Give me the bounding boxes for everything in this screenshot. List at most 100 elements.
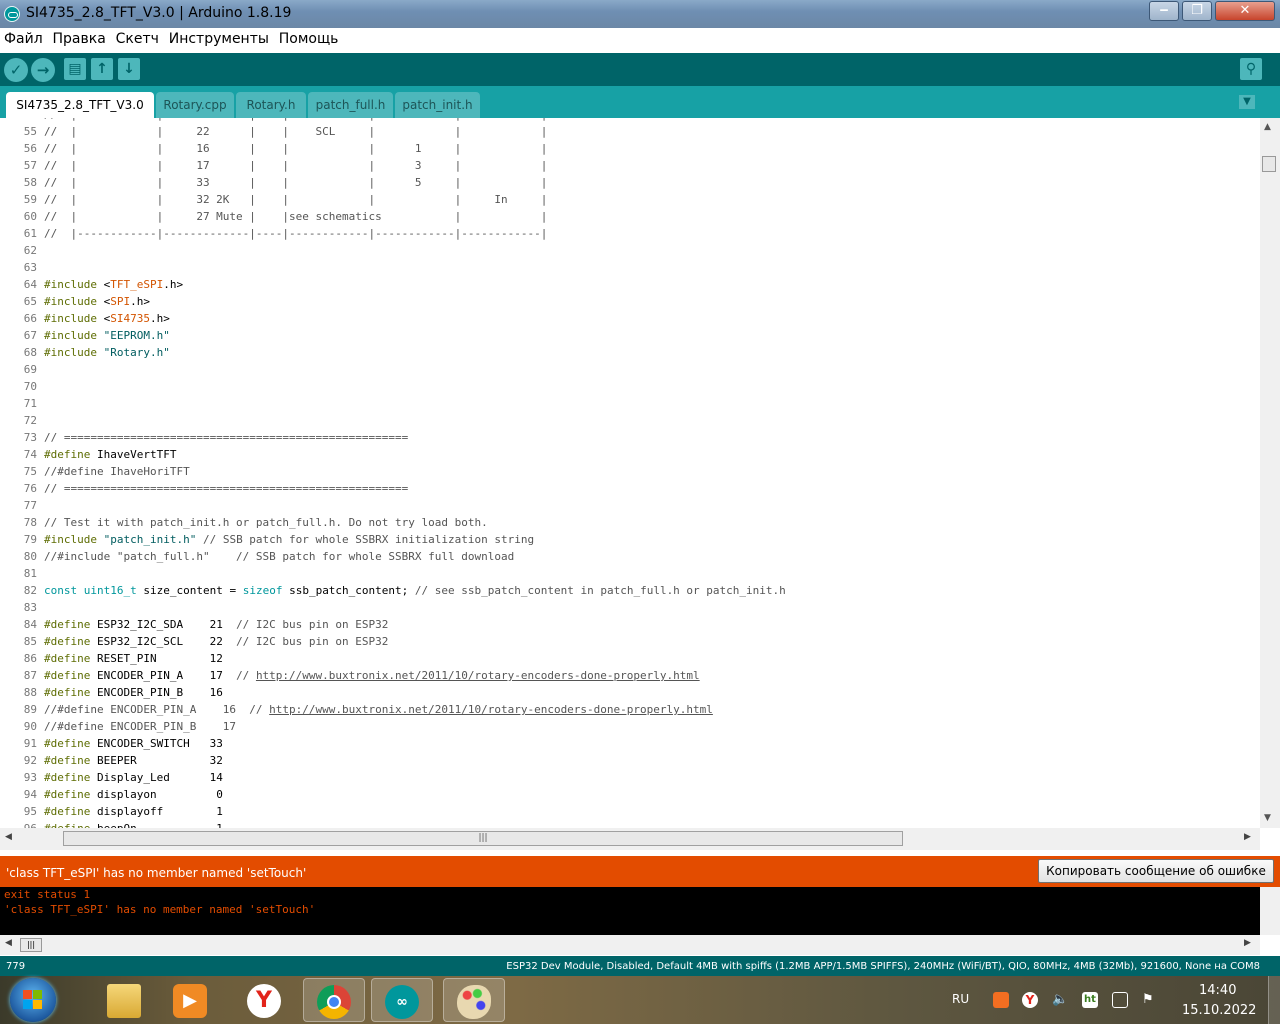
console-horizontal-scrollbar[interactable]: ◀ ||| ▶ (0, 935, 1260, 955)
code-line[interactable]: 93 #define Display_Led 14 (0, 769, 786, 786)
code-text: // =====================================… (44, 482, 409, 495)
code-line[interactable]: 92 #define BEEPER 32 (0, 752, 786, 769)
tray-ht-icon[interactable]: ht (1082, 992, 1098, 1008)
code-line[interactable]: 88 #define ENCODER_PIN_B 16 (0, 684, 786, 701)
code-line[interactable]: 63 (0, 259, 786, 276)
code-line[interactable]: 74 #define IhaveVertTFT (0, 446, 786, 463)
console-vertical-scrollbar[interactable] (1260, 887, 1280, 935)
clock-date[interactable]: 15.10.2022 (1182, 1003, 1256, 1018)
code-line[interactable]: 83 (0, 599, 786, 616)
code-line[interactable]: 78 // Test it with patch_init.h or patch_… (0, 514, 786, 531)
copy-error-button[interactable]: Копировать сообщение об ошибке (1038, 859, 1274, 883)
code-line[interactable]: 61 // |------------|-------------|----|--… (0, 225, 786, 242)
menu-tools[interactable]: Инструменты (165, 28, 271, 47)
code-line[interactable]: 79 #include "patch_init.h" // SSB patch f… (0, 531, 786, 548)
code-line[interactable]: 64 #include <TFT_eSPI.h> (0, 276, 786, 293)
taskbar-media-player[interactable]: ▶ (160, 978, 222, 1022)
code-line[interactable]: 65 #include <SPI.h> (0, 293, 786, 310)
code-line[interactable]: 71 (0, 395, 786, 412)
code-line[interactable]: 76 // ===================================… (0, 480, 786, 497)
code-line[interactable]: 86 #define RESET_PIN 12 (0, 650, 786, 667)
save-icon[interactable]: ↓ (118, 58, 140, 80)
code-line[interactable]: 89 //#define ENCODER_PIN_A 16 // http://w… (0, 701, 786, 718)
tray-volume-icon[interactable]: 🔈 (1052, 992, 1068, 1008)
new-icon[interactable]: ▤ (64, 58, 86, 80)
scroll-left-arrow-icon[interactable]: ◀ (5, 832, 12, 842)
code-line[interactable]: 68 #include "Rotary.h" (0, 344, 786, 361)
code-line[interactable]: 77 (0, 497, 786, 514)
taskbar-paint[interactable] (443, 978, 505, 1022)
code-line[interactable]: 57 // | | 17 | | | 3 | | (0, 157, 786, 174)
taskbar-file-explorer[interactable] (94, 978, 156, 1022)
scroll-down-arrow-icon[interactable]: ▼ (1264, 813, 1271, 823)
code-line[interactable]: 87 #define ENCODER_PIN_A 17 // http://www… (0, 667, 786, 684)
verify-icon[interactable]: ✓ (4, 58, 28, 82)
tab-patch-init[interactable]: patch_init.h (395, 92, 480, 118)
menu-sketch[interactable]: Скетч (112, 28, 161, 47)
code-line[interactable]: 91 #define ENCODER_SWITCH 33 (0, 735, 786, 752)
code-line[interactable]: 69 (0, 361, 786, 378)
code-line[interactable]: 58 // | | 33 | | | 5 | | (0, 174, 786, 191)
scroll-left-arrow-icon[interactable]: ◀ (5, 938, 12, 948)
taskbar-arduino[interactable]: ∞ (371, 978, 433, 1022)
open-icon[interactable]: ↑ (91, 58, 113, 80)
editor-horizontal-scrollbar[interactable]: ◀ ||| ▶ (0, 828, 1260, 850)
code-line[interactable]: 70 (0, 378, 786, 395)
scroll-right-arrow-icon[interactable]: ▶ (1244, 832, 1251, 842)
code-text: //#include "patch_full.h" // SSB patch f… (44, 550, 515, 563)
start-button[interactable] (10, 978, 56, 1022)
taskbar-yandex-browser[interactable]: Y (234, 978, 296, 1022)
minimize-button[interactable]: ‒ (1149, 1, 1179, 21)
tab-patch-full[interactable]: patch_full.h (308, 92, 393, 118)
code-line[interactable]: 95 #define displayoff 1 (0, 803, 786, 820)
code-line[interactable]: 80 //#include "patch_full.h" // SSB patch… (0, 548, 786, 565)
maximize-button[interactable]: ❐ (1182, 1, 1212, 21)
taskbar-chrome[interactable] (303, 978, 365, 1022)
tray-java-icon[interactable] (993, 992, 1009, 1008)
code-editor[interactable]: 54// | | 21 | | SDA | | |55// | | 22 | |… (0, 118, 1260, 828)
code-line[interactable]: 72 (0, 412, 786, 429)
editor-vertical-scroll-thumb[interactable] (1262, 156, 1276, 172)
code-line[interactable]: 56 // | | 16 | | | 1 | | (0, 140, 786, 157)
tray-action-center-flag-icon[interactable]: ⚑ (1142, 992, 1158, 1008)
upload-icon[interactable]: → (31, 58, 55, 82)
scroll-up-arrow-icon[interactable]: ▲ (1264, 122, 1271, 132)
console-horizontal-scroll-thumb[interactable]: ||| (20, 938, 42, 952)
code-line[interactable]: 66 #include <SI4735.h> (0, 310, 786, 327)
code-line[interactable]: 60 // | | 27 Mute | |see schematics | | (0, 208, 786, 225)
tab-menu-chevron-down-icon[interactable]: ▼ (1239, 95, 1255, 109)
close-button[interactable]: ✕ (1215, 1, 1275, 21)
code-line[interactable]: 85 #define ESP32_I2C_SCL 22 // I2C bus pi… (0, 633, 786, 650)
code-line[interactable]: 75 //#define IhaveHoriTFT (0, 463, 786, 480)
scroll-right-arrow-icon[interactable]: ▶ (1244, 938, 1251, 948)
code-text: #define ENCODER_PIN_A 17 // http://www.b… (44, 669, 700, 682)
line-number-gutter: 83 (23, 601, 37, 614)
tray-language[interactable]: RU (952, 992, 969, 1006)
menu-edit[interactable]: Правка (49, 28, 108, 47)
code-line[interactable]: 94 #define displayon 0 (0, 786, 786, 803)
tab-main-sketch[interactable]: SI4735_2.8_TFT_V3.0 (6, 92, 154, 118)
console-output[interactable]: exit status 1 'class TFT_eSPI' has no me… (0, 887, 1260, 935)
clock-time[interactable]: 14:40 (1199, 983, 1236, 998)
tray-network-icon[interactable] (1112, 992, 1128, 1008)
code-line[interactable]: 73 // ===================================… (0, 429, 786, 446)
tray-yandex-icon[interactable]: Y (1022, 992, 1038, 1008)
code-line[interactable]: 67 #include "EEPROM.h" (0, 327, 786, 344)
editor-horizontal-scroll-thumb[interactable]: ||| (63, 831, 903, 846)
code-line[interactable]: 84 #define ESP32_I2C_SDA 21 // I2C bus pi… (0, 616, 786, 633)
code-line[interactable]: 81 (0, 565, 786, 582)
code-line[interactable]: 96#define beepOn 1 (0, 820, 786, 828)
code-line[interactable]: 82 const uint16_t size_content = sizeof s… (0, 582, 786, 599)
menu-file[interactable]: Файл (0, 28, 45, 47)
code-line[interactable]: 59 // | | 32 2K | | | | In | (0, 191, 786, 208)
menu-help[interactable]: Помощь (275, 28, 341, 47)
tab-rotary-cpp[interactable]: Rotary.cpp (156, 92, 234, 118)
menu-bar: Файл Правка Скетч Инструменты Помощь (0, 28, 1280, 54)
serial-monitor-icon[interactable]: ⚲ (1240, 58, 1262, 80)
editor-vertical-scrollbar[interactable]: ▲ ▼ (1260, 118, 1280, 828)
code-line[interactable]: 62 (0, 242, 786, 259)
code-line[interactable]: 55 // | | 22 | | SCL | | | (0, 123, 786, 140)
code-line[interactable]: 90 //#define ENCODER_PIN_B 17 (0, 718, 786, 735)
show-desktop-button[interactable] (1268, 976, 1280, 1024)
tab-rotary-h[interactable]: Rotary.h (236, 92, 306, 118)
